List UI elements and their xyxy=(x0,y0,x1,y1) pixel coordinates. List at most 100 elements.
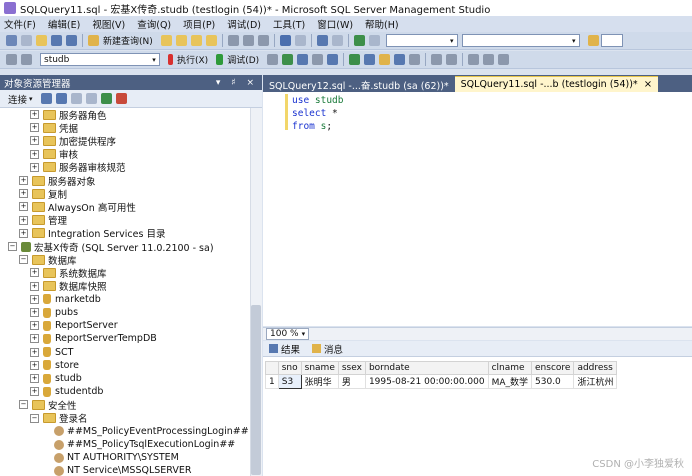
tree-node[interactable]: + store xyxy=(30,359,79,372)
solution-config-icon[interactable] xyxy=(353,35,365,46)
column-header[interactable]: borndate xyxy=(364,361,489,375)
column-header[interactable]: address xyxy=(573,361,618,375)
tree-node[interactable]: ##MS_PolicyEventProcessingLogin## xyxy=(41,425,249,438)
execute-icon[interactable] xyxy=(168,54,173,65)
tree-node[interactable]: + 凭据 xyxy=(30,121,78,135)
expand-icon[interactable]: + xyxy=(19,215,28,225)
tree-node[interactable]: + 复制 xyxy=(19,187,67,201)
solution-config-combo[interactable]: ▾ xyxy=(385,34,458,47)
zoom-select[interactable]: 100 % ▾ xyxy=(266,328,310,340)
expand-icon[interactable]: + xyxy=(19,176,28,185)
tree-node[interactable]: + 数据库快照 xyxy=(30,280,107,293)
tree-node[interactable]: + Integration Services 目录 xyxy=(19,227,165,240)
tree-node[interactable]: NT AUTHORITY\SYSTEM xyxy=(41,451,179,464)
tree-node[interactable]: + 加密提供程序 xyxy=(30,134,116,148)
find-icon[interactable] xyxy=(331,35,343,46)
tree-node[interactable]: NT Service\MSSQLSERVER xyxy=(41,464,191,476)
expand-icon[interactable]: + xyxy=(30,268,39,278)
decrease-indent-icon[interactable] xyxy=(468,54,480,65)
mdx-query-icon[interactable] xyxy=(190,35,202,46)
table-cell[interactable]: 1995-08-21 00:00:00.000 xyxy=(364,374,489,389)
menu-item[interactable]: 视图(V) xyxy=(92,17,125,31)
client-stats-icon[interactable] xyxy=(364,54,376,65)
results-to-file-icon[interactable] xyxy=(409,54,421,65)
menu-item[interactable]: 工具(T) xyxy=(273,17,305,31)
tree-node[interactable]: − 登录名 xyxy=(30,412,88,425)
tree-node[interactable]: + pubs xyxy=(30,306,78,319)
specify-values-icon[interactable] xyxy=(498,54,510,65)
menu-item[interactable]: 编辑(E) xyxy=(48,17,80,31)
menu-item[interactable]: 调试(D) xyxy=(227,17,261,31)
execute-button[interactable]: 执行(X) xyxy=(177,53,208,66)
xmla-query-icon[interactable] xyxy=(205,35,217,46)
tree-node[interactable]: + AlwaysOn 高可用性 xyxy=(19,200,136,214)
expand-icon[interactable]: + xyxy=(30,149,39,159)
expand-icon[interactable]: + xyxy=(30,162,39,172)
undo-icon[interactable] xyxy=(279,35,291,46)
tree-scrollbar-thumb[interactable] xyxy=(251,305,261,475)
refresh-icon[interactable] xyxy=(100,93,112,104)
menu-item[interactable]: 查询(Q) xyxy=(137,17,171,31)
debug-button[interactable]: 调试(D) xyxy=(227,53,259,66)
collapse-icon[interactable]: − xyxy=(8,242,17,251)
tab-messages[interactable]: 消息 xyxy=(312,342,343,356)
properties-icon[interactable] xyxy=(587,35,599,46)
change-connection-icon[interactable] xyxy=(21,54,32,65)
column-header[interactable]: sname xyxy=(300,361,339,375)
table-row[interactable]: 1 S3 张明华男 1995-08-21 00:00:00.000 MA_数学 530.0… xyxy=(265,374,618,389)
stop-icon[interactable] xyxy=(70,93,82,104)
table-cell[interactable]: 张明华 xyxy=(300,374,339,389)
new-query-button[interactable]: 新建查询(N) xyxy=(103,34,153,47)
query-designer-icon[interactable] xyxy=(312,54,324,65)
expand-icon[interactable]: + xyxy=(19,228,28,238)
tree-node[interactable]: − 安全性 xyxy=(19,398,77,412)
filter-icon[interactable] xyxy=(85,93,97,104)
save-icon[interactable] xyxy=(51,35,62,46)
include-plan-icon[interactable] xyxy=(349,54,361,65)
connect-explorer-icon[interactable] xyxy=(40,93,52,104)
open-file-icon[interactable] xyxy=(36,35,47,46)
expand-icon[interactable]: + xyxy=(30,136,39,146)
tree-node[interactable]: + 审核 xyxy=(30,148,78,161)
menu-item[interactable]: 文件(F) xyxy=(4,17,36,31)
menu-item[interactable]: 帮助(H) xyxy=(365,17,399,31)
panel-window-controls[interactable]: ▾ ♯ × xyxy=(216,78,258,88)
column-header[interactable]: sno xyxy=(277,361,302,375)
new-project-icon[interactable] xyxy=(6,35,17,46)
menu-item[interactable]: 窗口(W) xyxy=(317,17,353,31)
platform-combo[interactable]: ▾ xyxy=(461,34,580,47)
table-cell[interactable]: MA_数学 xyxy=(487,374,533,389)
tree-node[interactable]: + 服务器角色 xyxy=(30,108,107,122)
table-cell[interactable]: 530.0 xyxy=(531,374,575,389)
expand-icon[interactable]: + xyxy=(30,294,39,304)
connect-icon[interactable] xyxy=(6,54,17,65)
db-engine-query-icon[interactable] xyxy=(160,35,172,46)
tree-node[interactable]: + ReportServer xyxy=(30,319,118,332)
tree-node[interactable]: + studentdb xyxy=(30,385,103,398)
uncomment-icon[interactable] xyxy=(446,54,458,65)
navigate-icon[interactable] xyxy=(316,35,328,46)
save-all-icon[interactable] xyxy=(66,35,77,46)
intellisense-icon[interactable] xyxy=(327,54,339,65)
disconnect-icon[interactable] xyxy=(55,93,67,104)
column-header[interactable]: ssex xyxy=(337,361,366,375)
tab-query[interactable]: SQLQuery12.sql -...奋.studb (sa (62))* xyxy=(263,77,455,92)
collapse-icon[interactable]: − xyxy=(19,255,28,265)
paste-icon[interactable] xyxy=(257,35,269,46)
start-icon[interactable] xyxy=(368,35,380,46)
redo-icon[interactable] xyxy=(294,35,306,46)
cancel-query-icon[interactable] xyxy=(267,54,279,65)
table-cell[interactable]: 男 xyxy=(337,374,366,389)
expand-icon[interactable]: + xyxy=(30,110,39,119)
database-select[interactable]: studb ▾ xyxy=(40,53,160,66)
tree-node[interactable]: + studb xyxy=(30,372,82,385)
tree-node[interactable]: + ReportServerTempDB xyxy=(30,332,157,345)
expand-icon[interactable]: + xyxy=(30,308,39,317)
table-cell[interactable]: 浙江杭州 xyxy=(573,374,618,389)
tree-node[interactable]: ##MS_PolicyTsqlExecutionLogin## xyxy=(41,438,235,451)
expand-icon[interactable]: + xyxy=(19,202,28,212)
expand-icon[interactable]: + xyxy=(30,123,39,133)
increase-indent-icon[interactable] xyxy=(483,54,495,65)
tree-node[interactable]: + 管理 xyxy=(19,214,67,227)
activity-monitor-icon[interactable] xyxy=(115,93,127,104)
